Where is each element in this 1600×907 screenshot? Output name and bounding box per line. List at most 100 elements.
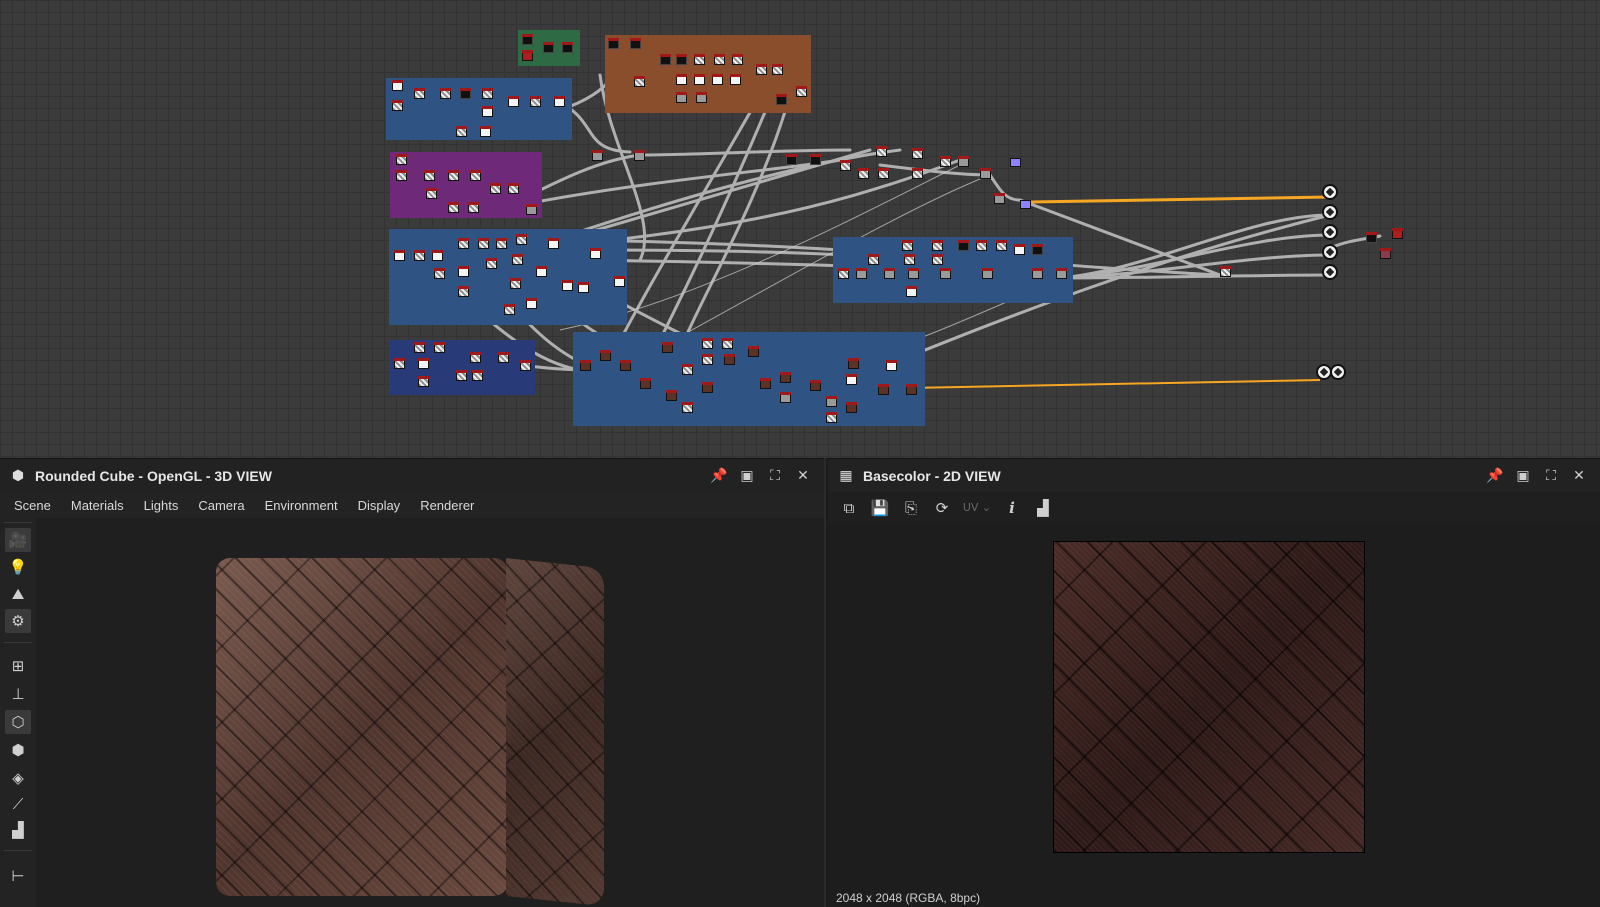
graph-node[interactable] (826, 412, 837, 423)
hierarchy-icon[interactable]: ⊢ (5, 864, 31, 888)
close-icon[interactable]: ✕ (792, 465, 814, 487)
graph-node[interactable] (520, 360, 531, 371)
output-node-roughness[interactable] (1322, 224, 1338, 240)
graph-node[interactable] (902, 240, 913, 251)
graph-node[interactable] (394, 250, 405, 261)
graph-node[interactable] (748, 346, 759, 357)
transform-icon[interactable]: ⟋ (5, 792, 31, 816)
graph-node[interactable] (904, 254, 915, 265)
graph-node[interactable] (886, 360, 897, 371)
graph-node[interactable] (906, 286, 917, 297)
graph-node[interactable] (434, 268, 445, 279)
graph-node[interactable] (418, 376, 429, 387)
graph-node[interactable] (676, 54, 687, 65)
maximize-icon[interactable]: ⛶ (764, 465, 786, 487)
graph-node[interactable] (1032, 244, 1043, 255)
graph-node[interactable] (468, 202, 479, 213)
graph-node[interactable] (868, 254, 879, 265)
graph-node[interactable] (634, 150, 645, 161)
viewport-3d[interactable] (36, 518, 824, 907)
graph-node[interactable] (878, 168, 889, 179)
graph-node[interactable] (662, 342, 673, 353)
graph-node[interactable] (682, 364, 693, 375)
graph-node[interactable] (458, 238, 469, 249)
menu-scene[interactable]: Scene (4, 498, 61, 513)
graph-node[interactable] (786, 154, 797, 165)
graph-node[interactable] (608, 38, 619, 49)
graph-node[interactable] (460, 88, 471, 99)
graph-node[interactable] (508, 183, 519, 194)
output-node-metallic[interactable] (1322, 244, 1338, 260)
graph-node[interactable] (958, 156, 969, 167)
graph-node[interactable] (1380, 248, 1391, 259)
graph-node[interactable] (932, 254, 943, 265)
graph-node[interactable] (482, 88, 493, 99)
graph-node[interactable] (702, 354, 713, 365)
light-icon[interactable]: 💡 (5, 555, 31, 579)
graph-node[interactable] (392, 80, 403, 91)
graph-node[interactable] (724, 354, 735, 365)
output-node-height[interactable] (1322, 264, 1338, 280)
graph-node[interactable] (392, 100, 403, 111)
graph-node[interactable] (470, 170, 481, 181)
frame-navy[interactable] (389, 340, 535, 395)
graph-node[interactable] (702, 338, 713, 349)
graph-node[interactable] (772, 64, 783, 75)
copy-icon[interactable]: ⎘ (898, 496, 924, 520)
menu-camera[interactable]: Camera (188, 498, 254, 513)
graph-node[interactable] (838, 268, 849, 279)
graph-node[interactable] (840, 160, 851, 171)
refresh-icon[interactable]: ⟳ (929, 496, 955, 520)
graph-node[interactable] (530, 96, 541, 107)
graph-node[interactable] (543, 42, 554, 53)
environment-icon[interactable]: ⛰ (5, 582, 31, 606)
graph-node[interactable] (424, 170, 435, 181)
frame-purple[interactable] (390, 152, 542, 218)
graph-node[interactable] (526, 298, 537, 309)
graph-node[interactable] (456, 126, 467, 137)
graph-node[interactable] (496, 238, 507, 249)
graph-node[interactable] (448, 202, 459, 213)
graph-node[interactable] (976, 240, 987, 251)
axis-icon[interactable]: ⊥ (5, 682, 31, 706)
histogram-icon[interactable]: ▟ (1030, 496, 1056, 520)
graph-node[interactable] (562, 42, 573, 53)
graph-node[interactable] (732, 54, 743, 65)
graph-node[interactable] (932, 240, 943, 251)
graph-node[interactable] (614, 276, 625, 287)
panel-2d-view[interactable]: ▦ Basecolor - 2D VIEW 📌 ▣ ⛶ ✕ ⧉ 💾 ⎘ ⟳ UV… (828, 458, 1600, 907)
graph-node[interactable] (712, 74, 723, 85)
graph-node[interactable] (472, 370, 483, 381)
graph-node[interactable] (1366, 232, 1377, 243)
graph-node[interactable] (396, 154, 407, 165)
panel-3d-view[interactable]: ⬢ Rounded Cube - OpenGL - 3D VIEW 📌 ▣ ⛶ … (0, 458, 826, 907)
menu-renderer[interactable]: Renderer (410, 498, 484, 513)
graph-node[interactable] (908, 268, 919, 279)
graph-node[interactable] (912, 168, 923, 179)
graph-node[interactable] (434, 342, 445, 353)
graph-node[interactable] (702, 382, 713, 393)
graph-node[interactable] (940, 156, 951, 167)
graph-node[interactable] (418, 358, 429, 369)
restore-icon[interactable]: ▣ (1512, 465, 1534, 487)
graph-node[interactable] (760, 378, 771, 389)
graph-node[interactable] (846, 374, 857, 385)
graph-node[interactable] (510, 278, 521, 289)
graph-node[interactable] (480, 126, 491, 137)
layers-icon[interactable]: ◈ (5, 766, 31, 790)
graph-node[interactable] (578, 282, 589, 293)
graph-node[interactable] (696, 92, 707, 103)
graph-node[interactable] (958, 240, 969, 251)
graph-node[interactable] (810, 380, 821, 391)
graph-node[interactable] (780, 392, 791, 403)
graph-node[interactable] (482, 106, 493, 117)
graph-node[interactable] (660, 54, 671, 65)
graph-node[interactable] (858, 168, 869, 179)
graph-node[interactable] (980, 168, 991, 179)
graph-node[interactable] (526, 204, 537, 215)
graph-node[interactable] (906, 384, 917, 395)
maximize-icon[interactable]: ⛶ (1540, 465, 1562, 487)
viewport-2d[interactable]: 2048 x 2048 (RGBA, 8bpc) (828, 524, 1600, 907)
graph-node[interactable] (1032, 268, 1043, 279)
graph-node[interactable] (548, 238, 559, 249)
